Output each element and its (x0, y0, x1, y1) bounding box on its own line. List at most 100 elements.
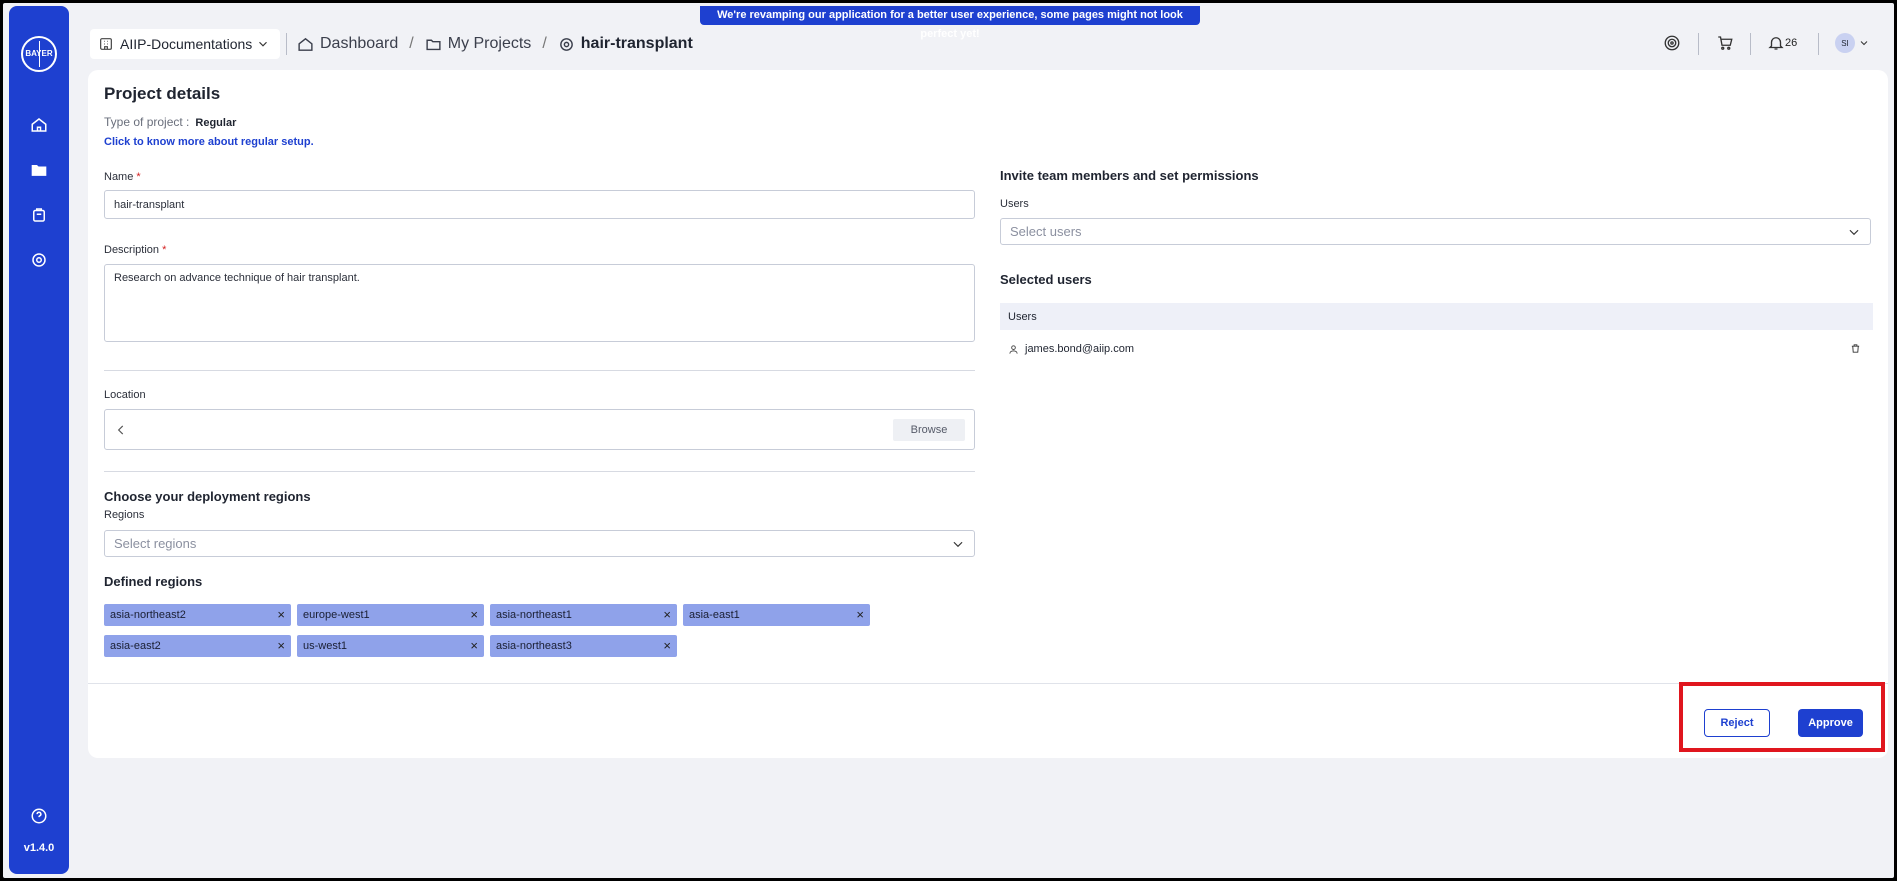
target-icon (1664, 35, 1680, 51)
region-chip-label: europe-west1 (303, 609, 370, 621)
chevron-down-icon (1860, 41, 1868, 46)
folder-icon[interactable] (26, 157, 52, 183)
name-label-text: Name (104, 171, 134, 183)
users-table-header: Users (1000, 303, 1873, 330)
remove-region-icon[interactable]: × (856, 607, 864, 622)
region-chip-label: asia-northeast1 (496, 609, 572, 621)
region-chip: us-west1 × (297, 635, 484, 657)
home-icon (298, 37, 313, 51)
remove-region-icon[interactable]: × (277, 638, 285, 653)
breadcrumb-dashboard[interactable]: Dashboard (297, 35, 398, 53)
remove-region-icon[interactable]: × (663, 638, 671, 653)
breadcrumb-separator: / (542, 35, 547, 52)
notifications-count: 26 (1785, 37, 1798, 49)
regular-setup-link[interactable]: Click to know more about regular setup. (104, 136, 314, 148)
settings-icon[interactable] (26, 247, 52, 273)
required-marker: * (136, 171, 141, 183)
breadcrumb-current: hair-transplant (558, 35, 693, 53)
gear-icon (559, 37, 573, 51)
breadcrumb-projects[interactable]: My Projects (425, 35, 532, 53)
user-menu[interactable]: SI (1835, 32, 1870, 54)
building-icon (100, 38, 112, 50)
home-icon[interactable] (26, 112, 52, 138)
location-input[interactable]: Browse (104, 409, 975, 450)
trash-icon[interactable] (1850, 343, 1861, 354)
description-textarea[interactable]: Research on advance technique of hair tr… (104, 264, 975, 342)
cart-button[interactable] (1716, 32, 1734, 54)
page-title: Project details (104, 84, 221, 103)
breadcrumb-projects-label: My Projects (447, 35, 532, 52)
chevron-down-icon (1849, 229, 1859, 235)
project-type-label: Type of project : (104, 115, 190, 129)
remove-region-icon[interactable]: × (277, 607, 285, 622)
regions-placeholder: Select regions (114, 536, 197, 551)
breadcrumb-separator: / (409, 35, 414, 52)
help-icon[interactable] (26, 803, 52, 829)
package-icon[interactable] (26, 202, 52, 228)
description-label-text: Description (104, 244, 160, 256)
table-row: james.bond@aiip.com (1000, 338, 1873, 360)
breadcrumb-dashboard-label: Dashboard (320, 35, 399, 52)
remove-region-icon[interactable]: × (663, 607, 671, 622)
project-type: Type of project : Regular (104, 115, 236, 129)
footer-divider (88, 683, 1888, 684)
browse-button[interactable]: Browse (893, 419, 965, 441)
breadcrumb-current-label: hair-transplant (580, 35, 693, 52)
bell-icon (1768, 37, 1784, 50)
chevron-left-icon[interactable] (114, 423, 128, 437)
logo-text: BAYER (25, 49, 53, 58)
region-chip: asia-east2 × (104, 635, 291, 657)
breadcrumb: Dashboard / My Projects / hair-transplan… (297, 31, 693, 57)
deployment-regions-title: Choose your deployment regions (104, 489, 311, 504)
location-label: Location (104, 389, 146, 401)
divider (1698, 33, 1699, 55)
divider (104, 471, 975, 472)
regions-select[interactable]: Select regions (104, 530, 975, 557)
divider (104, 370, 975, 371)
description-label: Description * (104, 244, 166, 256)
remove-region-icon[interactable]: × (470, 607, 478, 622)
region-chip-label: asia-east1 (689, 609, 740, 621)
region-chip: europe-west1 × (297, 604, 484, 626)
user-email: james.bond@aiip.com (1025, 343, 1134, 355)
region-chip-label: asia-east2 (110, 640, 161, 652)
users-label: Users (1000, 198, 1029, 210)
target-button[interactable] (1663, 32, 1681, 54)
action-highlight-box (1679, 682, 1885, 752)
users-placeholder: Select users (1010, 224, 1082, 239)
app-frame: BAYER v1.4.0 We're revamping our applica… (3, 3, 1894, 878)
defined-regions-title: Defined regions (104, 574, 203, 589)
regions-label: Regions (104, 509, 145, 521)
users-select[interactable]: Select users (1000, 218, 1871, 245)
region-chip: asia-northeast3 × (490, 635, 677, 657)
cart-icon (1718, 36, 1733, 50)
sidebar: BAYER v1.4.0 (9, 6, 69, 874)
user-icon (1009, 344, 1018, 354)
divider (1818, 33, 1819, 55)
divider (1750, 33, 1751, 55)
chevron-down-icon (259, 41, 267, 47)
bayer-logo[interactable]: BAYER (21, 36, 57, 72)
workspace-selector[interactable]: AIIP-Documentations (90, 29, 280, 59)
remove-region-icon[interactable]: × (470, 638, 478, 653)
region-chip: asia-northeast2 × (104, 604, 291, 626)
notifications-button[interactable]: 26 (1767, 32, 1797, 54)
region-chip-label: asia-northeast2 (110, 609, 186, 621)
folder-icon (426, 39, 441, 50)
divider (286, 33, 287, 55)
name-label: Name * (104, 171, 141, 183)
required-marker: * (162, 244, 167, 256)
workspace-label: AIIP-Documentations (120, 36, 253, 52)
chevron-down-icon (953, 541, 963, 547)
app-version: v1.4.0 (23, 842, 55, 854)
invite-team-title: Invite team members and set permissions (1000, 168, 1259, 183)
revamp-banner: We're revamping our application for a be… (700, 6, 1200, 40)
region-chip-label: us-west1 (303, 640, 348, 652)
avatar: SI (1835, 33, 1855, 53)
selected-users-title: Selected users (1000, 272, 1092, 287)
project-type-value: Regular (195, 117, 237, 129)
project-details-card: Project details Type of project : Regular… (88, 70, 1888, 758)
region-chip: asia-northeast1 × (490, 604, 677, 626)
region-chip: asia-east1 × (683, 604, 870, 626)
name-input[interactable]: hair-transplant (104, 190, 975, 219)
